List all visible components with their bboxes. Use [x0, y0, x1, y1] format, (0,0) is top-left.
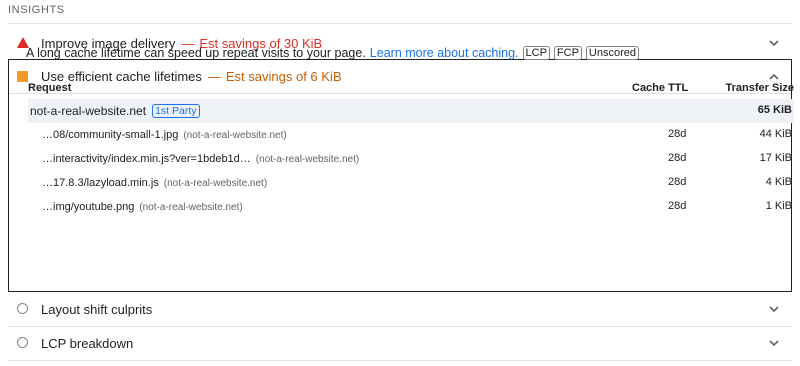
- cache-description: A long cache lifetime can speed up repea…: [26, 46, 639, 60]
- request-url: …08/community-small-1.jpg: [42, 129, 179, 141]
- cache-ttl: 28d: [668, 128, 687, 140]
- cache-ttl: 28d: [668, 152, 687, 164]
- chevron-down-icon[interactable]: [768, 337, 780, 349]
- request-host: (not-a-real-website.net): [163, 177, 268, 189]
- request-host: (not-a-real-website.net): [139, 201, 243, 213]
- learn-more-link[interactable]: Learn more about caching.: [370, 46, 519, 60]
- transfer-size: 1 KiB: [765, 200, 792, 212]
- table-row[interactable]: …img/youtube.png (not-a-real-website.net…: [28, 195, 794, 219]
- neutral-circle-icon: [17, 303, 29, 315]
- request-url: …img/youtube.png: [42, 201, 135, 213]
- request-host: (not-a-real-website.net): [255, 153, 360, 165]
- table-row[interactable]: …17.8.3/lazyload.min.js (not-a-real-webs…: [28, 171, 794, 195]
- cache-ttl: 28d: [668, 200, 687, 212]
- group-domain: not-a-real-website.net: [30, 104, 147, 118]
- first-party-badge: 1st Party: [152, 104, 200, 118]
- neutral-circle-icon: [17, 337, 29, 349]
- column-header-cache-ttl: Cache TTL: [632, 82, 689, 94]
- table-group-row: not-a-real-website.net 1st Party 65 KiB: [28, 99, 794, 123]
- metric-tag-lcp: LCP: [522, 46, 550, 60]
- chevron-down-icon[interactable]: [768, 37, 780, 49]
- transfer-size: 4 KiB: [765, 176, 792, 188]
- table-row[interactable]: …08/community-small-1.jpg (not-a-real-we…: [28, 123, 794, 147]
- divider: [8, 23, 792, 24]
- metric-tag-fcp: FCP: [553, 46, 582, 60]
- cache-ttl: 28d: [668, 176, 687, 188]
- table-row[interactable]: …interactivity/index.min.js?ver=1bdeb1d……: [28, 147, 794, 171]
- transfer-size: 17 KiB: [759, 152, 792, 164]
- divider: [8, 360, 792, 361]
- column-header-transfer-size: Transfer Size: [725, 82, 794, 94]
- group-size: 65 KiB: [757, 104, 792, 116]
- table-header: Request Cache TTL Transfer Size: [28, 80, 794, 100]
- insight-layout-shift-culprits[interactable]: Layout shift culprits: [8, 292, 792, 326]
- metric-tag-unscored: Unscored: [585, 46, 639, 60]
- request-url: …17.8.3/lazyload.min.js: [42, 177, 159, 189]
- insight-title: LCP breakdown: [41, 335, 134, 351]
- column-header-request: Request: [28, 82, 72, 94]
- request-url: …interactivity/index.min.js?ver=1bdeb1d…: [42, 153, 251, 165]
- transfer-size: 44 KiB: [759, 128, 792, 140]
- chevron-down-icon[interactable]: [768, 303, 780, 315]
- description-text: A long cache lifetime can speed up repea…: [26, 46, 366, 60]
- insight-title: Layout shift culprits: [41, 301, 153, 317]
- request-host: (not-a-real-website.net): [183, 129, 287, 141]
- section-title: INSIGHTS: [8, 4, 65, 16]
- insight-lcp-breakdown[interactable]: LCP breakdown: [8, 326, 792, 360]
